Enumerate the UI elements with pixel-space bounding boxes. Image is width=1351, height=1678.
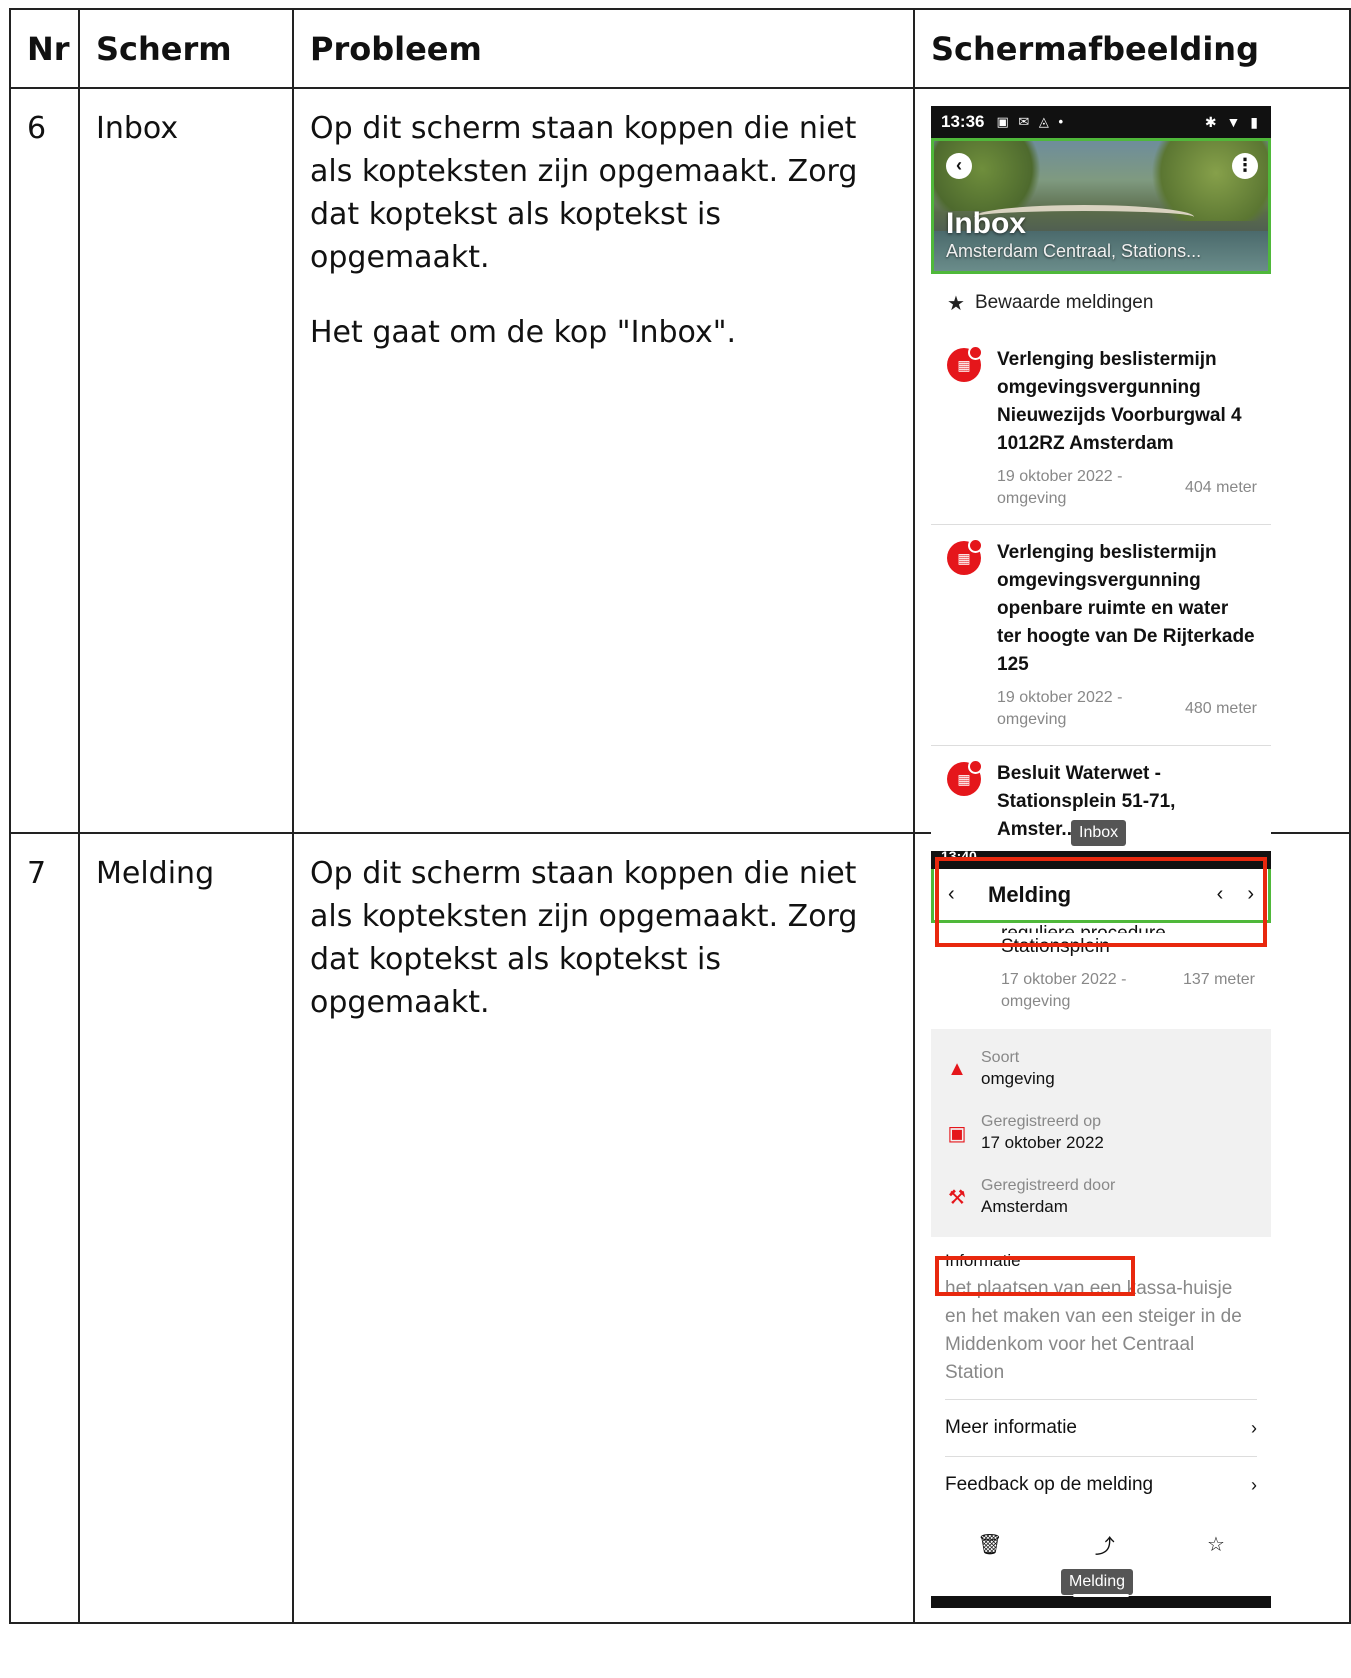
- header-nr: Nr: [9, 8, 80, 89]
- link-label: Meer informatie: [945, 1417, 1077, 1438]
- problem-text: Op dit scherm staan koppen die niet als …: [310, 856, 858, 1020]
- system-icons: ✱ ▼ ▮: [1204, 113, 1261, 130]
- info-value: omgeving: [981, 1069, 1055, 1088]
- info-row: ⚒ Geregistreerd door Amsterdam: [931, 1165, 1271, 1229]
- header-scherm: Scherm: [78, 8, 294, 89]
- saved-notifications-link[interactable]: ★ Bewaarde meldingen: [931, 274, 1271, 332]
- star-outline-icon[interactable]: ☆: [1207, 1532, 1225, 1557]
- header-schermafbeelding: Schermafbeelding: [913, 8, 1351, 89]
- phone-screenshot-melding: 13:40 ‹ Melding ‹ › reguliere procedure …: [931, 851, 1271, 1608]
- header-probleem: Probleem: [292, 8, 915, 89]
- feedback-link[interactable]: Feedback op de melding ›: [945, 1456, 1257, 1513]
- item-title: Verlenging beslistermijn omgevingsvergun…: [997, 542, 1255, 675]
- table-header-row: Nr Scherm Probleem Schermafbeelding: [9, 8, 1351, 89]
- table-row: 6 Inbox Op dit scherm staan koppen die n…: [9, 87, 1351, 884]
- info-row: ▲ Soort omgeving: [931, 1037, 1271, 1101]
- screenshot-cell: 13:40 ‹ Melding ‹ › reguliere procedure …: [913, 832, 1351, 1624]
- action-bar: 🗑 ⤴ ☆: [931, 1519, 1271, 1569]
- item-title: Verlenging beslistermijn omgevingsvergun…: [997, 349, 1242, 454]
- share-icon[interactable]: ⤴: [1095, 1530, 1115, 1559]
- item-date: 19 oktober 2022 - omgeving: [997, 468, 1123, 507]
- delete-icon[interactable]: 🗑: [977, 1532, 1002, 1557]
- more-menu-icon[interactable]: ⋮: [1232, 153, 1258, 179]
- annotation-box: [935, 1256, 1135, 1296]
- building-icon: ▦: [947, 759, 983, 796]
- notification-icons: ▣ ✉ ◬ •: [996, 114, 1067, 129]
- hero-title: Inbox: [946, 207, 1026, 240]
- item-date: 19 oktober 2022 - omgeving: [997, 689, 1123, 728]
- row-nr: 7: [9, 832, 80, 1624]
- calendar-icon: ▣: [947, 1122, 967, 1145]
- hero-header: ‹ ⋮ Inbox Amsterdam Centraal, Stations..…: [931, 138, 1271, 274]
- list-item[interactable]: ▦ Verlenging beslistermijn omgevingsverg…: [931, 525, 1271, 746]
- info-label: Soort: [981, 1049, 1020, 1066]
- findings-table: Nr Scherm Probleem Schermafbeelding 6 In…: [9, 8, 1351, 1624]
- annotation-box: [935, 857, 1267, 947]
- problem-extra: Het gaat om de kop "Inbox".: [310, 315, 737, 350]
- chevron-right-icon: ›: [1251, 1417, 1257, 1438]
- phone-screenshot-inbox: 13:36 ▣ ✉ ◬ • ✱ ▼ ▮ ‹ ⋮ Inbox Amsterdam …: [931, 106, 1271, 884]
- back-icon[interactable]: ‹: [946, 153, 972, 179]
- info-row: ▣ Geregistreerd op 17 oktober 2022: [931, 1101, 1271, 1165]
- notification-date: 17 oktober 2022 - omgeving: [1001, 971, 1127, 1010]
- item-distance: 404 meter: [1184, 479, 1257, 496]
- item-title: Besluit Waterwet - Stationsplein 51-71, …: [997, 763, 1176, 840]
- star-icon: ★: [947, 292, 965, 315]
- notification-distance: 137 meter: [1182, 971, 1255, 988]
- info-label: Geregistreerd op: [981, 1113, 1102, 1130]
- row-scherm: Inbox: [78, 87, 294, 834]
- info-label: Geregistreerd door: [981, 1177, 1116, 1194]
- row-nr: 6: [9, 87, 80, 834]
- chevron-right-icon: ›: [1251, 1474, 1257, 1495]
- problem-text: Op dit scherm staan koppen die niet als …: [310, 111, 858, 275]
- screenshot-cell: 13:36 ▣ ✉ ◬ • ✱ ▼ ▮ ‹ ⋮ Inbox Amsterdam …: [913, 87, 1351, 884]
- saved-label: Bewaarde meldingen: [974, 292, 1154, 313]
- status-bar: 13:36 ▣ ✉ ◬ • ✱ ▼ ▮: [931, 106, 1271, 138]
- info-value: 17 oktober 2022: [981, 1133, 1104, 1152]
- info-value: Amsterdam: [981, 1197, 1068, 1216]
- gavel-icon: ⚒: [948, 1186, 966, 1209]
- row-scherm: Melding: [78, 832, 294, 1624]
- info-panel: ▲ Soort omgeving ▣ Geregistreerd op 17 o…: [931, 1029, 1271, 1237]
- list-item[interactable]: ▦ Verlenging beslistermijn omgevingsverg…: [931, 332, 1271, 525]
- building-icon: ▦: [947, 345, 983, 382]
- link-label: Feedback op de melding: [945, 1474, 1154, 1495]
- row-probleem: Op dit scherm staan koppen die niet als …: [292, 87, 915, 834]
- more-info-link[interactable]: Meer informatie ›: [945, 1399, 1257, 1456]
- tooltip: Melding: [1061, 1569, 1134, 1595]
- status-time: 13:36: [941, 112, 985, 131]
- shapes-icon: ▲: [947, 1057, 967, 1080]
- hero-subtitle: Amsterdam Centraal, Stations...: [946, 241, 1202, 261]
- gesture-navbar: [931, 1594, 1271, 1608]
- building-icon: ▦: [947, 538, 983, 575]
- item-distance: 480 meter: [1184, 700, 1257, 717]
- table-row: 7 Melding Op dit scherm staan koppen die…: [9, 832, 1351, 1624]
- row-probleem: Op dit scherm staan koppen die niet als …: [292, 832, 915, 1624]
